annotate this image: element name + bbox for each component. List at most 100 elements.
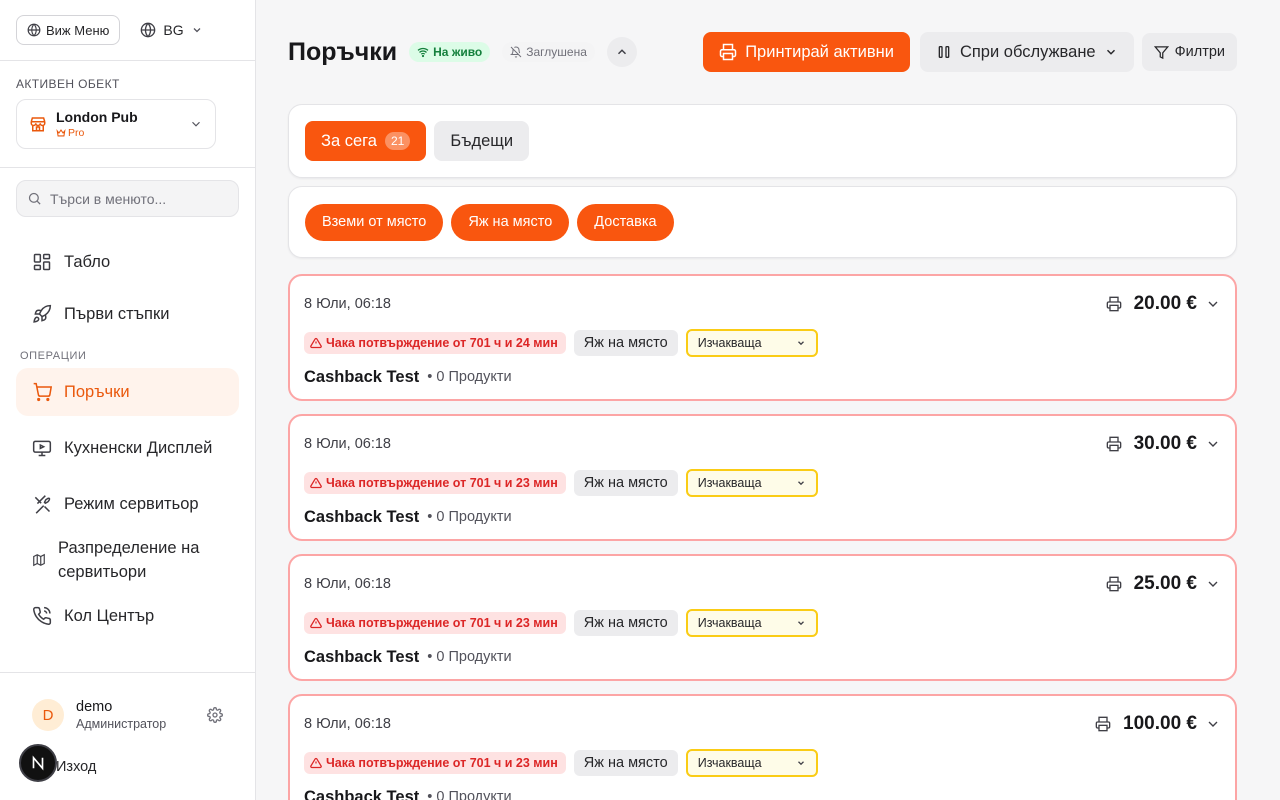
sidebar-item-label: Кол Център — [64, 606, 155, 625]
status-label: Изчакваща — [697, 756, 762, 770]
printer-icon[interactable] — [1095, 716, 1111, 732]
chevron-down-icon[interactable] — [1205, 436, 1221, 452]
collapse-button[interactable] — [606, 37, 637, 67]
awaiting-label: Чака потвърждение от 701 ч и 23 мин — [326, 756, 558, 770]
order-total: 30.00 € — [1133, 433, 1197, 454]
view-menu-button[interactable]: Виж Меню — [16, 15, 121, 45]
sidebar-item-dashboard[interactable]: Табло — [16, 238, 239, 286]
filter-dine-in[interactable]: Яж на място — [451, 203, 570, 241]
warning-icon — [310, 337, 322, 349]
awaiting-confirmation-badge: Чака потвърждение от 701 ч и 23 мин — [304, 752, 566, 774]
awaiting-confirmation-badge: Чака потвърждение от 701 ч и 23 мин — [304, 472, 566, 494]
sidebar-item-label: Кухненски Дисплей — [64, 439, 213, 457]
orders-list: 8 Юли, 06:18 20.00 € Чака потвърждение о… — [288, 274, 1237, 800]
sidebar-item-call-center[interactable]: Кол Център — [16, 592, 239, 640]
sidebar-item-kitchen-display[interactable]: Кухненски Дисплей — [16, 420, 239, 476]
order-date: 8 Юли, 06:18 — [304, 576, 391, 592]
logout-button[interactable]: Изход — [56, 759, 96, 775]
chevron-down-icon — [189, 117, 203, 131]
filter-icon — [1153, 45, 1169, 60]
page-header: Поръчки На живо Заглушена Принтирай акти… — [288, 0, 1237, 104]
pause-icon — [936, 44, 952, 60]
tab-future[interactable]: Бъдещи — [434, 121, 530, 161]
order-card[interactable]: 8 Юли, 06:18 25.00 € Чака потвърждение о… — [288, 554, 1237, 681]
venue-selector[interactable]: London Pub Pro — [16, 99, 216, 149]
rocket-icon — [32, 304, 52, 324]
sidebar-item-label: Поръчки — [64, 382, 130, 401]
printer-icon — [719, 43, 737, 61]
chevron-down-icon — [796, 338, 806, 348]
awaiting-confirmation-badge: Чака потвърждение от 701 ч и 23 мин — [304, 612, 566, 634]
venue-name: London Pub — [56, 109, 138, 125]
order-card[interactable]: 8 Юли, 06:18 30.00 € Чака потвърждение о… — [288, 414, 1237, 541]
sidebar-item-waiter-mode[interactable]: Режим сервитьор — [16, 480, 239, 528]
chevron-down-icon[interactable] — [1205, 576, 1221, 592]
search-input[interactable] — [50, 190, 230, 207]
chevron-down-icon — [796, 478, 806, 488]
order-total: 25.00 € — [1133, 573, 1197, 594]
print-active-button[interactable]: Принтирай активни — [703, 32, 910, 72]
live-status-badge: На живо — [409, 42, 491, 62]
tab-now[interactable]: За сега 21 — [305, 121, 427, 161]
language-selector[interactable]: BG — [130, 22, 212, 38]
chevron-down-icon — [796, 618, 806, 628]
tab-count-badge: 21 — [385, 132, 411, 150]
filters-button[interactable]: Филтри — [1141, 33, 1237, 71]
map-icon — [32, 553, 46, 567]
status-label: Изчакваща — [697, 336, 762, 350]
products-label: 0 Продукти — [436, 369, 512, 385]
filter-delivery[interactable]: Доставка — [577, 203, 674, 241]
printer-icon[interactable] — [1106, 576, 1122, 592]
active-object-section: АКТИВЕН ОБЕКТ London Pub Pro — [0, 61, 255, 168]
order-status-select[interactable]: Изчакваща — [685, 609, 818, 637]
time-tabs: За сега 21 Бъдещи — [288, 104, 1237, 178]
order-total: 20.00 € — [1133, 293, 1197, 314]
order-type-tag: Яж на място — [573, 750, 678, 776]
chevron-down-icon[interactable] — [1205, 716, 1221, 732]
muted-label: Заглушена — [526, 45, 587, 59]
chevron-down-icon — [796, 758, 806, 768]
sidebar-top-bar: Виж Меню BG — [0, 0, 255, 61]
order-type-filters: Вземи от място Яж на място Доставка — [288, 186, 1237, 258]
order-type-tag: Яж на място — [573, 610, 678, 636]
user-name: demo — [76, 699, 113, 715]
products-label: 0 Продукти — [436, 789, 512, 800]
tab-label: За сега — [321, 131, 377, 150]
menu-search — [16, 180, 239, 217]
monitor-icon — [32, 438, 52, 458]
awaiting-label: Чака потвърждение от 701 ч и 24 мин — [326, 336, 558, 350]
stop-service-button[interactable]: Спри обслужване — [919, 32, 1134, 72]
muted-badge[interactable]: Заглушена — [502, 42, 595, 62]
order-card[interactable]: 8 Юли, 06:18 20.00 € Чака потвърждение о… — [288, 274, 1237, 401]
awaiting-label: Чака потвърждение от 701 ч и 23 мин — [326, 616, 558, 630]
order-total: 100.00 € — [1123, 713, 1197, 734]
status-label: Изчакваща — [697, 476, 762, 490]
sidebar: Виж Меню BG АКТИВЕН ОБЕКТ London Pub Pro… — [0, 0, 256, 800]
status-label: Изчакваща — [697, 616, 762, 630]
chevron-down-icon[interactable] — [1205, 296, 1221, 312]
utensils-icon — [32, 494, 52, 514]
order-status-select[interactable]: Изчакваща — [685, 329, 818, 357]
venue-plan-badge: Pro — [56, 127, 180, 139]
order-card[interactable]: 8 Юли, 06:18 100.00 € Чака потвърждение … — [288, 694, 1237, 800]
order-status-select[interactable]: Изчакваща — [685, 469, 818, 497]
sidebar-item-orders[interactable]: Поръчки — [16, 368, 239, 416]
order-type-tag: Яж на място — [573, 330, 678, 356]
phone-icon — [32, 606, 52, 626]
next-logo-icon[interactable] — [19, 744, 57, 782]
venue-plan-label: Pro — [68, 127, 85, 139]
order-type-tag: Яж на място — [573, 470, 678, 496]
order-customer: Cashback Test — [304, 507, 420, 526]
warning-icon — [310, 757, 322, 769]
globe-icon — [140, 22, 156, 38]
gear-icon[interactable] — [207, 707, 223, 723]
printer-icon[interactable] — [1106, 436, 1122, 452]
order-status-select[interactable]: Изчакваща — [685, 749, 818, 777]
chevron-up-icon — [615, 45, 629, 59]
printer-icon[interactable] — [1106, 296, 1122, 312]
tab-label: Бъдещи — [450, 131, 514, 150]
chevron-down-icon — [1104, 45, 1118, 59]
filter-pickup[interactable]: Вземи от място — [305, 203, 444, 241]
sidebar-item-getting-started[interactable]: Първи стъпки — [16, 290, 239, 338]
sidebar-item-waiter-assignment[interactable]: Разпределение на сервитьори — [16, 532, 239, 588]
